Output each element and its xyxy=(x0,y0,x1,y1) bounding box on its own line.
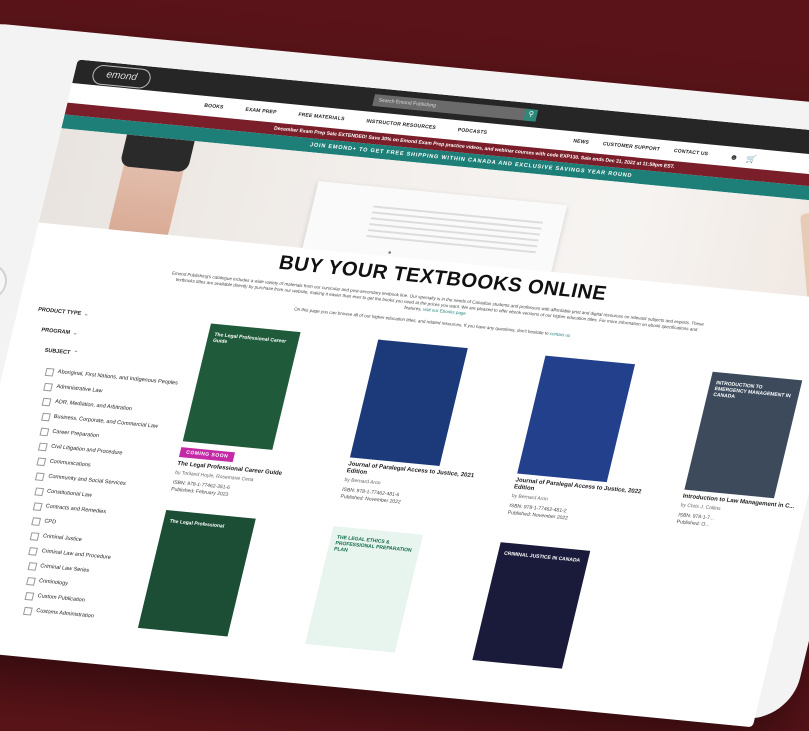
contact-us-link[interactable]: contact us xyxy=(549,331,571,338)
book-cover-title: CRIMINAL JUSTICE IN CANADA xyxy=(503,550,581,564)
account-icon[interactable]: ☻ xyxy=(729,152,740,162)
book-cover[interactable]: CRIMINAL JUSTICE IN CANADA xyxy=(472,542,591,669)
book-cover-title: THE LEGAL ETHICS & PROFESSIONAL PREPARAT… xyxy=(333,534,413,554)
subject-label: Criminal Law and Procedure xyxy=(40,548,112,561)
browser-screen: emond Search Emond Publishing ⚲ BOOKS EX… xyxy=(0,59,809,728)
subject-label: Custom Publication xyxy=(36,593,86,604)
home-button[interactable] xyxy=(0,262,11,304)
subject-label: Administrative Law xyxy=(55,383,104,395)
coming-soon-badge: COMING SOON xyxy=(178,447,236,463)
nav-customer-support[interactable]: CUSTOMER SUPPORT xyxy=(602,141,660,152)
checkbox[interactable] xyxy=(33,487,44,497)
checkbox[interactable] xyxy=(39,427,50,437)
filter-product-type-label: PRODUCT TYPE xyxy=(37,306,82,317)
nav-books[interactable]: BOOKS xyxy=(203,103,224,111)
checkbox[interactable] xyxy=(44,367,55,377)
subject-label: Civil Litigation and Procedure xyxy=(50,443,123,457)
filter-subject[interactable]: SUBJECT ⌃ xyxy=(44,348,199,369)
chevron-up-icon: ⌃ xyxy=(72,350,79,357)
book-cover[interactable] xyxy=(349,339,468,467)
checkbox[interactable] xyxy=(36,457,47,467)
subject-label: Criminology xyxy=(38,578,69,587)
book-card[interactable]: INTRODUCTION TO EMERGENCY MANAGEMENT IN … xyxy=(654,370,809,553)
search-icon[interactable]: ⚲ xyxy=(523,108,539,122)
emond-logo[interactable]: emond xyxy=(90,64,153,90)
nav-contact-us[interactable]: CONTACT US xyxy=(673,148,709,157)
checkbox[interactable] xyxy=(29,532,40,541)
subject-label: Criminal Justice xyxy=(42,533,83,543)
book-cover-title xyxy=(382,348,460,355)
book-cover[interactable]: INTRODUCTION TO EMERGENCY MANAGEMENT IN … xyxy=(684,371,803,499)
book-cover[interactable] xyxy=(517,355,636,483)
book-card[interactable]: THE LEGAL ETHICS & PROFESSIONAL PREPARAT… xyxy=(287,524,465,656)
subject-label: Communications xyxy=(48,458,92,469)
book-cover[interactable]: THE LEGAL ETHICS & PROFESSIONAL PREPARAT… xyxy=(305,526,424,653)
nav-instructor-resources[interactable]: INSTRUCTOR RESOURCES xyxy=(366,118,437,131)
checkbox[interactable] xyxy=(28,547,39,556)
checkbox[interactable] xyxy=(40,412,51,422)
chevron-down-icon: ⌄ xyxy=(83,311,90,318)
hero-pencil xyxy=(800,211,809,302)
filter-program-label: PROGRAM xyxy=(40,327,71,336)
checkbox[interactable] xyxy=(32,502,43,511)
book-cover[interactable]: The Legal Professional Career Guide xyxy=(182,323,301,450)
checkbox[interactable] xyxy=(25,577,36,586)
subject-label: Customs Administration xyxy=(35,608,95,620)
book-card[interactable]: The Legal Professional xyxy=(120,508,298,640)
filter-program[interactable]: PROGRAM ⌄ xyxy=(41,327,204,348)
checkbox[interactable] xyxy=(23,606,33,616)
book-cover-title xyxy=(550,364,628,371)
checkbox[interactable] xyxy=(41,397,52,407)
subject-label: ADR, Mediation, and Arbitration xyxy=(54,398,133,413)
subject-label: CPD xyxy=(43,518,57,526)
book-card[interactable]: Journal of Paralegal Access to Justice, … xyxy=(320,338,510,521)
subject-label: Career Preparation xyxy=(51,428,100,440)
nav-exam-prep[interactable]: EXAM PREP xyxy=(245,107,278,116)
nav-podcasts[interactable]: PODCASTS xyxy=(457,127,488,136)
cart-icon[interactable]: 🛒 xyxy=(745,154,757,164)
subject-label: Contracts and Remedies xyxy=(44,503,107,516)
book-grid: The Legal Professional Career Guide COMIN… xyxy=(120,322,809,688)
subject-label: Business, Corporate, and Commercial Law xyxy=(53,413,159,430)
subject-label: Criminal Law Series xyxy=(39,563,90,574)
checkbox[interactable] xyxy=(27,562,38,571)
subject-label: Community and Social Services xyxy=(47,473,127,487)
checkbox[interactable] xyxy=(35,472,46,482)
subject-label: Aboriginal, First Nations, and Indigenou… xyxy=(57,369,179,387)
checkbox[interactable] xyxy=(31,517,42,526)
book-card[interactable]: Journal of Paralegal Access to Justice, … xyxy=(487,354,677,537)
filter-product-type[interactable]: PRODUCT TYPE ⌄ xyxy=(37,307,208,329)
nav-free-materials[interactable]: FREE MATERIALS xyxy=(298,112,346,122)
checkbox[interactable] xyxy=(24,591,35,601)
book-cover-title: The Legal Professional Career Guide xyxy=(212,331,287,346)
filter-subject-label: SUBJECT xyxy=(43,347,71,357)
book-cover[interactable]: The Legal Professional xyxy=(137,510,256,637)
book-card[interactable]: CRIMINAL JUSTICE IN CANADA xyxy=(454,540,632,672)
tablet-frame: emond Search Emond Publishing ⚲ BOOKS EX… xyxy=(0,20,809,728)
book-cover-title: INTRODUCTION TO EMERGENCY MANAGEMENT IN … xyxy=(712,380,792,400)
checkbox[interactable] xyxy=(37,442,48,452)
book-cover-title: The Legal Professional xyxy=(168,518,225,530)
nav-news[interactable]: NEWS xyxy=(572,138,589,145)
catalogue: PRODUCT TYPE ⌄ PROGRAM ⌄ SUBJECT ⌃ Aborigin… xyxy=(0,305,809,678)
checkbox[interactable] xyxy=(43,382,54,392)
chevron-down-icon: ⌄ xyxy=(72,330,79,337)
subject-label: Constitutional Law xyxy=(46,488,93,499)
